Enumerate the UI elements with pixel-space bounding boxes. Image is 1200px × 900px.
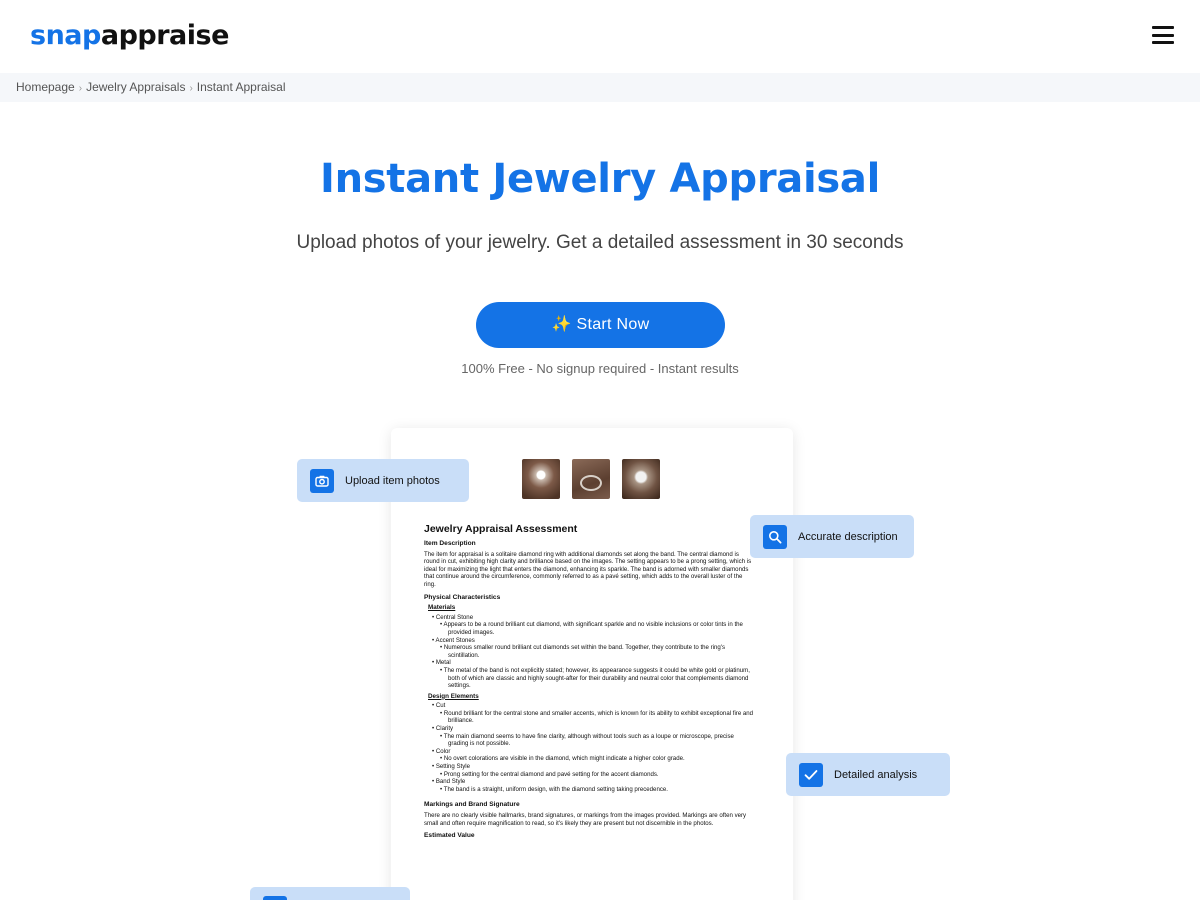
list-item: No overt colorations are visible in the … xyxy=(440,755,754,763)
markings-text: There are no clearly visible hallmarks, … xyxy=(424,812,747,827)
feature-icon xyxy=(263,896,287,900)
section-heading: Markings and Brand Signature xyxy=(424,801,520,809)
ring-photo-thumbnail xyxy=(522,459,560,499)
breadcrumb-separator: › xyxy=(78,83,83,94)
list-item: Metal xyxy=(432,659,754,667)
logo[interactable]: snapappraise xyxy=(30,20,229,51)
section-heading: Item Description xyxy=(424,540,476,547)
hero-subtitle: Upload photos of your jewelry. Get a det… xyxy=(296,232,904,253)
list-item: Central Stone xyxy=(432,614,754,622)
list-item: Clarity xyxy=(432,725,754,733)
logo-appraise: appraise xyxy=(100,20,230,51)
appraisal-document: Jewelry Appraisal Assessment Item Descri… xyxy=(424,522,754,843)
section-heading: Estimated Value xyxy=(424,832,475,840)
chip-label: Accurate description xyxy=(798,530,898,543)
section-heading: Physical Characteristics xyxy=(424,593,501,601)
list-item: Numerous smaller round brilliant cut dia… xyxy=(440,644,754,659)
item-description-text: The item for appraisal is a solitaire di… xyxy=(424,550,752,588)
chip-label: Upload item photos xyxy=(345,474,440,487)
photo-thumbnails xyxy=(522,459,660,499)
upload-photos-chip: Upload item photos xyxy=(297,459,469,502)
list-item: Round brilliant for the central stone an… xyxy=(440,710,754,725)
list-item: Appears to be a round brilliant cut diam… xyxy=(440,621,754,636)
site-header: snapappraise xyxy=(0,0,1200,73)
hamburger-menu-icon[interactable] xyxy=(1152,26,1174,44)
list-item: The metal of the band is not explicitly … xyxy=(440,667,754,690)
list-item: The main diamond seems to have fine clar… xyxy=(440,733,754,748)
list-item: Band Style xyxy=(432,778,754,786)
ring-photo-thumbnail xyxy=(572,459,610,499)
detailed-analysis-chip: Detailed analysis xyxy=(786,753,950,796)
list-item: Color xyxy=(432,748,754,756)
logo-snap: snap xyxy=(30,20,101,51)
cta-note: 100% Free - No signup required - Instant… xyxy=(461,361,739,376)
document-title: Jewelry Appraisal Assessment xyxy=(424,523,578,535)
camera-icon xyxy=(310,468,334,493)
breadcrumb-current: Instant Appraisal xyxy=(196,80,286,94)
list-item: Prong setting for the central diamond an… xyxy=(440,771,754,779)
subsection-heading: Materials xyxy=(428,604,456,612)
breadcrumb-homepage[interactable]: Homepage xyxy=(16,80,75,94)
list-item: The band is a straight, uniform design, … xyxy=(440,786,754,794)
checkmark-icon xyxy=(799,762,823,787)
breadcrumb-separator: › xyxy=(189,83,193,94)
search-icon xyxy=(763,524,787,549)
breadcrumb: Homepage › Jewelry Appraisals › Instant Appr… xyxy=(0,73,1200,102)
subsection-heading: Design Elements xyxy=(428,692,479,700)
ring-photo-thumbnail xyxy=(622,459,660,499)
list-item: Setting Style xyxy=(432,763,754,771)
page-title: Instant Jewelry Appraisal xyxy=(319,156,880,202)
chip-label: Detailed analysis xyxy=(834,768,918,781)
start-now-button[interactable]: ✨ Start Now xyxy=(476,302,725,348)
list-item: Accent Stones xyxy=(432,637,754,645)
breadcrumb-jewelry-appraisals[interactable]: Jewelry Appraisals xyxy=(86,80,185,94)
accurate-description-chip: Accurate description xyxy=(750,515,914,558)
feature-chip xyxy=(250,887,410,900)
list-item: Cut xyxy=(432,702,754,710)
